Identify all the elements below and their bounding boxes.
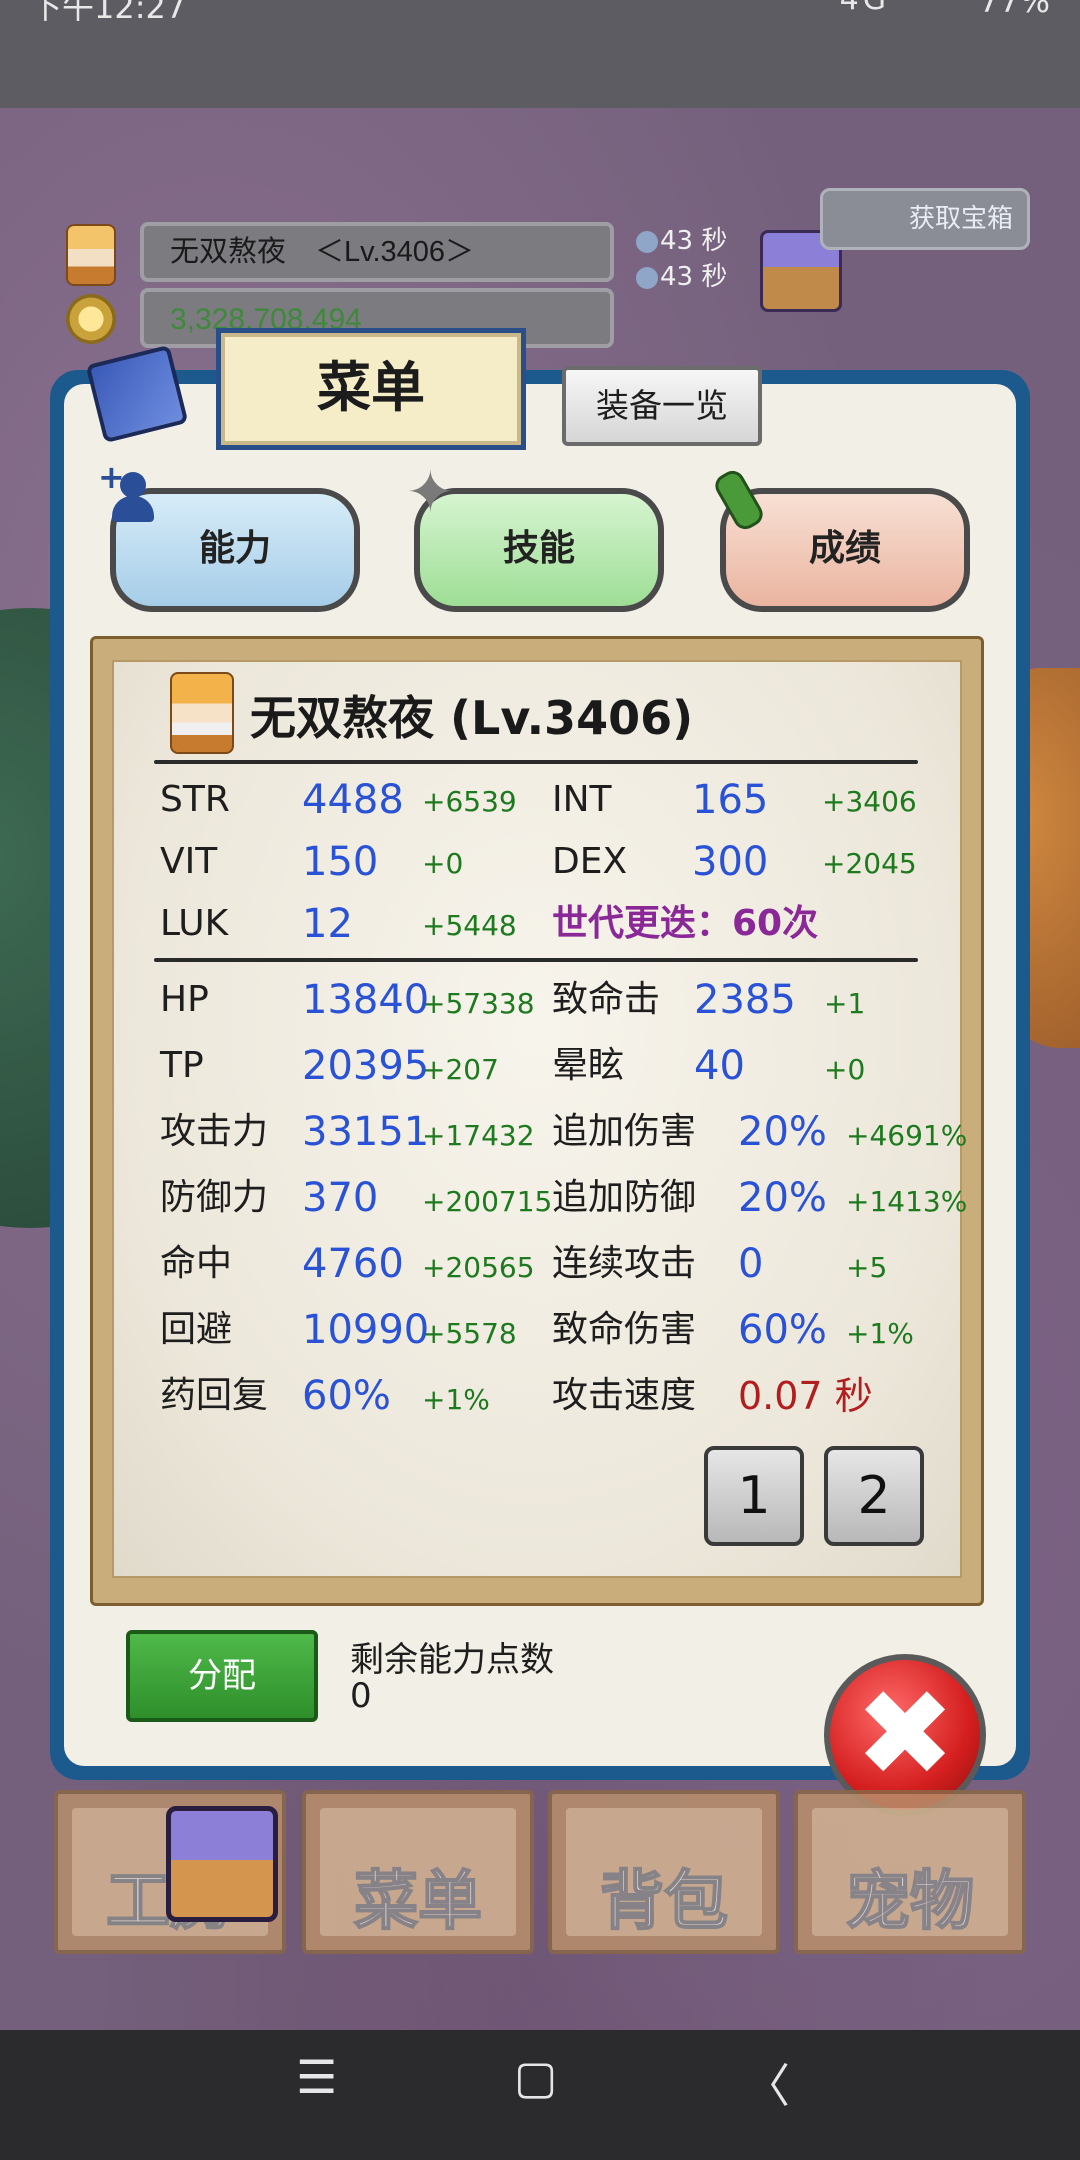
gold-coin-icon	[66, 294, 116, 344]
nav-menu[interactable]: 菜单	[302, 1790, 534, 1954]
system-nav-bar: ☰ ▢ 〈	[0, 2030, 1080, 2160]
stat-def-bonus: +200715	[422, 1185, 553, 1218]
stat-crit-label: 致命击	[552, 979, 661, 1020]
status-bar: 下午12:27 4G 77%	[0, 0, 1080, 108]
stat-dex-value: 300	[692, 839, 769, 885]
player-avatar[interactable]	[66, 224, 116, 286]
stat-stun-label: 晕眩	[552, 1045, 625, 1086]
character-portrait	[170, 672, 234, 754]
stat-combo-label: 连续攻击	[552, 1243, 697, 1284]
player-name-box: 无双熬夜 ＜Lv.3406＞	[140, 222, 614, 282]
stat-hit-value: 4760	[302, 1241, 404, 1287]
status-time: 下午12:27	[30, 0, 187, 26]
stat-luk-value: 12	[302, 901, 353, 947]
divider-top	[154, 760, 918, 764]
stat-stun-bonus: +0	[824, 1053, 866, 1086]
menu-title: 菜单	[216, 328, 526, 450]
stat-extra-def-bonus: +1413%	[846, 1185, 968, 1218]
stat-dex-bonus: +2045	[822, 847, 917, 880]
stat-eva-value: 10990	[302, 1307, 430, 1353]
stat-str-label: STR	[160, 779, 230, 820]
nav-menu-label: 菜单	[353, 1864, 483, 1940]
stat-tp-bonus: +207	[422, 1053, 499, 1086]
stat-dex-label: DEX	[552, 841, 628, 882]
menu-icon[interactable]: ☰	[296, 2050, 337, 2104]
stat-extra-dmg-bonus: +4691%	[846, 1119, 968, 1152]
page-2-button[interactable]: 2	[824, 1446, 924, 1546]
stat-hp-label: HP	[160, 979, 209, 1020]
stat-crit-dmg-label: 致命伤害	[552, 1309, 697, 1350]
stat-eva-label: 回避	[160, 1309, 233, 1350]
remaining-points-label: 剩余能力点数	[350, 1640, 554, 1680]
timer-1-text: 43 秒	[660, 226, 728, 256]
stat-tp-label: TP	[160, 1045, 204, 1086]
stat-def-label: 防御力	[160, 1177, 269, 1218]
stat-atk-speed-label: 攻击速度	[552, 1375, 697, 1416]
stat-int-label: INT	[552, 779, 612, 820]
stat-extra-dmg-label: 追加伤害	[552, 1111, 697, 1152]
stat-str-value: 4488	[302, 777, 404, 823]
back-icon[interactable]: 〈	[744, 2050, 790, 2116]
sparkle-star-icon: ✦	[406, 458, 455, 526]
stat-stun-value: 40	[694, 1043, 745, 1089]
nav-bag-label: 背包	[599, 1864, 729, 1940]
nav-pet[interactable]: 宠物	[794, 1790, 1026, 1954]
stat-crit-dmg-value: 60%	[738, 1307, 827, 1353]
timer-1: 43 秒	[636, 220, 727, 257]
get-treasure-button[interactable]: 获取宝箱	[820, 188, 1030, 250]
generation-count: 世代更迭：60次	[552, 903, 819, 944]
stat-crit-dmg-bonus: +1%	[846, 1317, 914, 1350]
stat-def-value: 370	[302, 1175, 379, 1221]
character-name: 无双熬夜 (Lv.3406)	[250, 691, 694, 745]
clock-icon	[636, 230, 658, 253]
stat-hp-value: 13840	[302, 977, 430, 1023]
stat-atk-value: 33151	[302, 1109, 430, 1155]
stat-vit-value: 150	[302, 839, 379, 885]
stat-int-value: 165	[692, 777, 769, 823]
remaining-points-value: 0	[350, 1676, 372, 1716]
divider-middle	[154, 958, 918, 962]
stat-hp-bonus: +57338	[422, 987, 535, 1020]
stat-combo-value: 0	[738, 1241, 764, 1287]
stat-luk-label: LUK	[160, 903, 229, 944]
stat-eva-bonus: +5578	[422, 1317, 517, 1350]
stat-potion-bonus: +1%	[422, 1383, 490, 1416]
nav-bag[interactable]: 背包	[548, 1790, 780, 1954]
network-indicator: 4G	[840, 0, 890, 17]
nav-pet-label: 宠物	[845, 1864, 975, 1940]
stat-crit-value: 2385	[694, 977, 796, 1023]
add-person-icon: +	[98, 458, 154, 522]
stat-potion-value: 60%	[302, 1373, 391, 1419]
stat-vit-label: VIT	[160, 841, 218, 882]
page-1-button[interactable]: 1	[704, 1446, 804, 1546]
stat-extra-dmg-value: 20%	[738, 1109, 827, 1155]
sparkle-icon	[636, 266, 658, 289]
stat-crit-bonus: +1	[824, 987, 866, 1020]
stat-combo-bonus: +5	[846, 1251, 888, 1284]
home-icon[interactable]: ▢	[514, 2050, 557, 2104]
timer-2: 43 秒	[636, 256, 727, 293]
stat-potion-label: 药回复	[160, 1375, 269, 1416]
stat-atk-bonus: +17432	[422, 1119, 535, 1152]
workshop-gift-icon	[166, 1806, 278, 1922]
stat-extra-def-label: 追加防御	[552, 1177, 697, 1218]
battery-indicator: 77%	[978, 0, 1050, 20]
stat-atk-label: 攻击力	[160, 1111, 269, 1152]
stat-extra-def-value: 20%	[738, 1175, 827, 1221]
stat-str-bonus: +6539	[422, 785, 517, 818]
stat-int-bonus: +3406	[822, 785, 917, 818]
timer-2-text: 43 秒	[660, 262, 728, 292]
stat-tp-value: 20395	[302, 1043, 430, 1089]
stat-luk-bonus: +5448	[422, 909, 517, 942]
stat-atk-speed-value: 0.07 秒	[738, 1374, 873, 1418]
stat-hit-bonus: +20565	[422, 1251, 535, 1284]
stat-vit-bonus: +0	[422, 847, 464, 880]
assign-button[interactable]: 分配	[126, 1630, 318, 1722]
stat-hit-label: 命中	[160, 1243, 233, 1284]
equipment-list-button[interactable]: 装备一览	[562, 366, 762, 446]
